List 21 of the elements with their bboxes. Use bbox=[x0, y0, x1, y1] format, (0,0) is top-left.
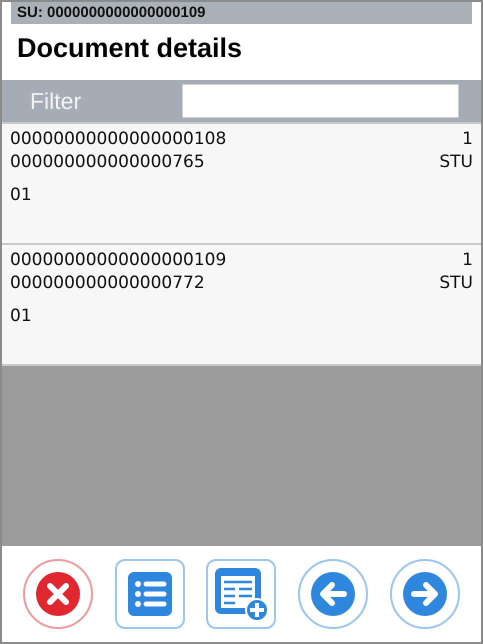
item-quantity: 1 bbox=[462, 128, 473, 151]
close-icon bbox=[34, 570, 82, 618]
storage-unit-bar: SU: 0000000000000000109 bbox=[11, 2, 472, 24]
item-number: 00000000000000000109 bbox=[10, 249, 226, 272]
item-unit: STU bbox=[439, 151, 473, 174]
list-item[interactable]: 00000000000000000108 1 000000000000000765 STU 01 bbox=[2, 122, 481, 243]
list-icon bbox=[126, 570, 174, 618]
toolbar-button[interactable] bbox=[206, 559, 276, 629]
item-line: 01 bbox=[10, 306, 32, 326]
page-title: Document details bbox=[16, 32, 244, 65]
filter-field[interactable] bbox=[182, 84, 459, 118]
item-number: 00000000000000000108 bbox=[10, 128, 226, 151]
item-unit: STU bbox=[439, 272, 473, 295]
item-line: 01 bbox=[10, 185, 32, 205]
item-code: 000000000000000765 bbox=[10, 151, 205, 174]
list-item[interactable]: 00000000000000000109 1 000000000000000772 STU 01 bbox=[2, 243, 481, 364]
add-document-icon bbox=[213, 566, 270, 622]
item-code: 000000000000000772 bbox=[10, 272, 205, 295]
toolbar-button[interactable] bbox=[114, 559, 185, 629]
filter-label: Filter bbox=[30, 86, 82, 116]
item-quantity: 1 bbox=[462, 249, 473, 272]
